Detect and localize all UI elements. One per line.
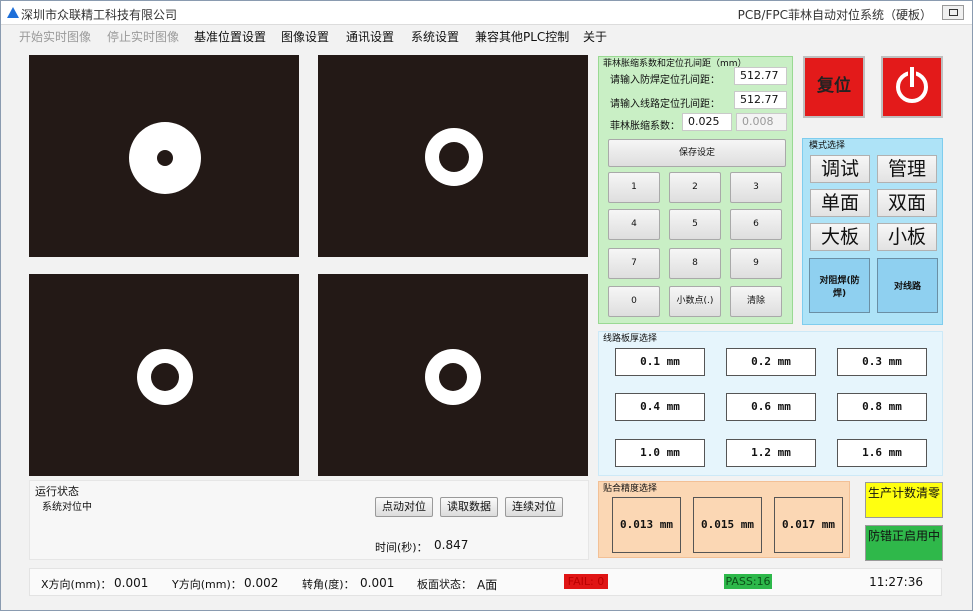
menu-bar: 开始实时图像 停止实时图像 基准位置设置 图像设置 通讯设置 系统设置 兼容其他… [1, 25, 972, 47]
y-offset-label: Y方向(mm)： [172, 578, 242, 591]
thickness-option[interactable]: 1.0 mm [615, 439, 705, 467]
board-side-value: A面 [477, 578, 498, 592]
x-offset-label: X方向(mm)： [41, 578, 112, 591]
small-board-button[interactable]: 小板 [877, 223, 937, 251]
keypad-key[interactable]: 5 [669, 209, 721, 240]
error-proof-button[interactable]: 防错正启用中 [865, 525, 943, 561]
precision-option[interactable]: 0.015 mm [693, 497, 762, 553]
mode-panel: 模式选择 调试 管理 单面 双面 大板 小板 对阻焊(防焊) 对线路 [802, 138, 943, 325]
thickness-option[interactable]: 1.2 mm [726, 439, 816, 467]
large-board-button[interactable]: 大板 [810, 223, 870, 251]
y-offset-value: 0.002 [244, 576, 279, 590]
time-value: 0.847 [434, 538, 469, 552]
circuit-hole-input[interactable]: 512.77 [734, 91, 787, 109]
run-status-text: 系统对位中 [42, 502, 92, 513]
board-side-label: 板面状态： [417, 578, 472, 591]
thickness-option[interactable]: 0.2 mm [726, 348, 816, 376]
menu-about[interactable]: 关于 [583, 28, 607, 45]
manage-mode-button[interactable]: 管理 [877, 155, 937, 183]
circuit-align-button[interactable]: 对线路 [877, 258, 938, 313]
coefficient-input[interactable]: 0.025 [682, 113, 732, 131]
rotation-label: 转角(度)： [302, 578, 355, 591]
app-window: 深圳市众联精工科技有限公司 PCB/FPC菲林自动对位系统（硬板） 开始实时图像… [0, 0, 973, 611]
thickness-option[interactable]: 1.6 mm [837, 439, 927, 467]
run-status-panel: 运行状态 系统对位中 点动对位 读取数据 连续对位 时间(秒)： 0.847 [29, 480, 589, 560]
keypad-key[interactable]: 7 [608, 248, 660, 279]
power-button[interactable] [881, 56, 943, 118]
app-title: PCB/FPC菲林自动对位系统（硬板） [737, 8, 932, 22]
mode-title: 模式选择 [809, 141, 846, 151]
reset-button[interactable]: 复位 [803, 56, 865, 118]
menu-plc-compat[interactable]: 兼容其他PLC控制 [475, 28, 569, 45]
debug-mode-button[interactable]: 调试 [810, 155, 870, 183]
title-bar: 深圳市众联精工科技有限公司 PCB/FPC菲林自动对位系统（硬板） [1, 1, 972, 25]
menu-stop-live[interactable]: 停止实时图像 [107, 28, 179, 45]
keypad-key[interactable]: 1 [608, 172, 660, 203]
menu-image-settings[interactable]: 图像设置 [281, 28, 329, 45]
fiducial-mark [425, 128, 483, 186]
thickness-option[interactable]: 0.4 mm [615, 393, 705, 421]
keypad-key[interactable]: 小数点(.) [669, 286, 721, 317]
keypad-key[interactable]: 0 [608, 286, 660, 317]
camera-view-3 [29, 274, 299, 476]
precision-title: 贴合精度选择 [603, 484, 658, 494]
menu-system-settings[interactable]: 系统设置 [411, 28, 459, 45]
keypad-key[interactable]: 8 [669, 248, 721, 279]
jog-align-button[interactable]: 点动对位 [375, 497, 433, 517]
app-logo-icon [7, 7, 19, 18]
thickness-option[interactable]: 0.1 mm [615, 348, 705, 376]
double-side-button[interactable]: 双面 [877, 189, 937, 217]
fiducial-mark [425, 349, 481, 405]
restore-icon [949, 9, 958, 16]
thickness-option[interactable]: 0.6 mm [726, 393, 816, 421]
calibration-panel: 菲林胀缩系数和定位孔间距（mm） 请输入防焊定位孔间距： 512.77 请输入线… [598, 56, 793, 324]
precision-option[interactable]: 0.013 mm [612, 497, 681, 553]
keypad-key[interactable]: 2 [669, 172, 721, 203]
fail-count-badge: FAIL: 0 [564, 574, 608, 589]
keypad-key[interactable]: 6 [730, 209, 782, 240]
solder-hole-input[interactable]: 512.77 [734, 67, 787, 85]
run-status-title: 运行状态 [35, 485, 79, 498]
keypad-key[interactable]: 9 [730, 248, 782, 279]
x-offset-value: 0.001 [114, 576, 149, 590]
solder-hole-label: 请输入防焊定位孔间距： [610, 75, 720, 86]
rotation-value: 0.001 [360, 576, 395, 590]
fiducial-mark [129, 122, 201, 194]
continuous-align-button[interactable]: 连续对位 [505, 497, 563, 517]
camera-view-1 [29, 55, 299, 257]
circuit-hole-label: 请输入线路定位孔间距： [610, 99, 720, 110]
camera-view-2 [318, 55, 588, 257]
read-data-button[interactable]: 读取数据 [440, 497, 498, 517]
precision-panel: 贴合精度选择 0.013 mm 0.015 mm 0.017 mm [598, 481, 850, 558]
precision-option[interactable]: 0.017 mm [774, 497, 843, 553]
company-name: 深圳市众联精工科技有限公司 [21, 8, 178, 22]
calibration-title: 菲林胀缩系数和定位孔间距（mm） [603, 59, 747, 69]
restore-window-button[interactable] [942, 5, 964, 20]
menu-base-position[interactable]: 基准位置设置 [194, 28, 266, 45]
clock: 11:27:36 [869, 575, 923, 589]
thickness-option[interactable]: 0.3 mm [837, 348, 927, 376]
save-settings-button[interactable]: 保存设定 [608, 139, 786, 167]
thickness-option[interactable]: 0.8 mm [837, 393, 927, 421]
menu-start-live[interactable]: 开始实时图像 [19, 28, 91, 45]
single-side-button[interactable]: 单面 [810, 189, 870, 217]
keypad-key[interactable]: 4 [608, 209, 660, 240]
board-thickness-panel: 线路板厚选择 0.1 mm 0.2 mm 0.3 mm 0.4 mm 0.6 mm 0.8… [598, 331, 943, 476]
bottom-status-bar: X方向(mm)： 0.001 Y方向(mm)： 0.002 转角(度)： 0.0… [29, 568, 942, 596]
fiducial-mark [137, 349, 193, 405]
board-thickness-title: 线路板厚选择 [603, 334, 658, 344]
keypad-key[interactable]: 3 [730, 172, 782, 203]
menu-comm-settings[interactable]: 通讯设置 [346, 28, 394, 45]
coefficient-label: 菲林胀缩系数： [610, 121, 680, 132]
keypad-key[interactable]: 清除 [730, 286, 782, 317]
camera-view-4 [318, 274, 588, 476]
time-label: 时间(秒)： [375, 541, 428, 554]
counter-reset-button[interactable]: 生产计数清零 [865, 482, 943, 518]
solder-mask-align-button[interactable]: 对阻焊(防焊) [809, 258, 870, 313]
coefficient-readout: 0.008 [736, 113, 787, 131]
pass-count-badge: PASS:16 [724, 574, 772, 589]
